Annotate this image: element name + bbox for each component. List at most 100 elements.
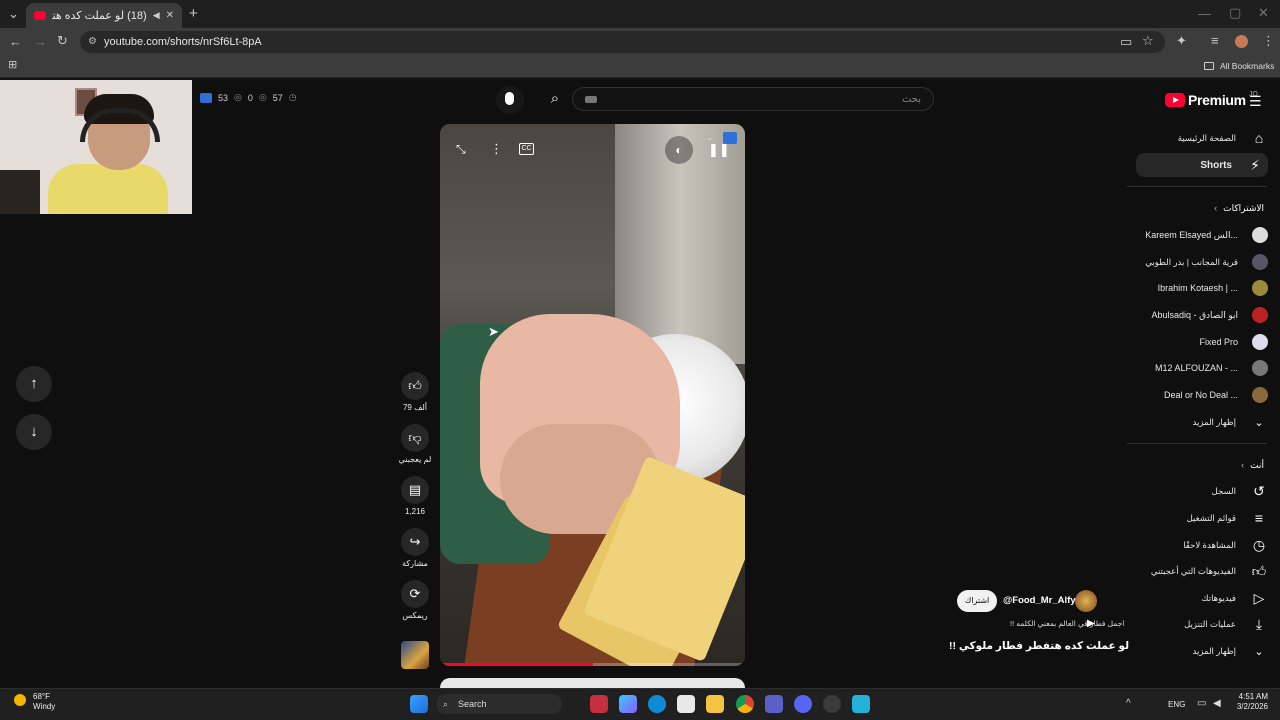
remix-button[interactable]: ⟳ ريمكس bbox=[400, 580, 430, 620]
captions-icon[interactable]: CC bbox=[519, 143, 534, 155]
reload-icon[interactable]: ↻ bbox=[57, 34, 68, 47]
notepad-icon[interactable] bbox=[677, 695, 695, 713]
like-button[interactable]: 👍︎ 79 ألف bbox=[400, 372, 430, 412]
play-icon: ▶ bbox=[1087, 618, 1095, 629]
audio-source-thumbnail[interactable] bbox=[401, 641, 429, 669]
search-input[interactable]: بحث bbox=[572, 87, 934, 111]
chevron-down-icon[interactable]: ⌄ bbox=[706, 132, 714, 143]
url-text: youtube.com/shorts/nrSf6Lt-8pA bbox=[104, 36, 262, 48]
profile-avatar[interactable] bbox=[1235, 35, 1248, 48]
address-bar[interactable]: ⚙ youtube.com/shorts/nrSf6Lt-8pA bbox=[80, 31, 1165, 53]
sidebar-divider bbox=[1127, 186, 1267, 187]
subscription-item[interactable]: Deal or No Deal ... bbox=[1128, 383, 1268, 407]
system-clock[interactable]: 4:51 AM 3/2/2026 bbox=[1228, 692, 1268, 712]
extension-overlay-icon[interactable] bbox=[723, 132, 737, 144]
forward-icon[interactable]: → bbox=[34, 35, 47, 48]
close-window-icon[interactable]: ✕ bbox=[1258, 6, 1269, 19]
sidebar-item-downloads[interactable]: عمليات التنزيل ⤓ bbox=[1128, 612, 1268, 636]
network-icon[interactable]: ▭ bbox=[1197, 698, 1206, 709]
app-icon-red[interactable] bbox=[590, 695, 608, 713]
video-title[interactable]: لو عملت كده هتفطر فطار ملوكي !! bbox=[949, 640, 1129, 652]
keyboard-icon[interactable] bbox=[585, 96, 597, 103]
pause-icon[interactable]: ❚❚ bbox=[708, 142, 730, 158]
you-heading[interactable]: ‹ أنت bbox=[1241, 460, 1264, 471]
weather-widget[interactable]: 68°F Windy bbox=[14, 692, 55, 712]
video-progress-fill bbox=[440, 663, 593, 666]
subscription-item[interactable]: Kareem Elsayed الس... bbox=[1128, 223, 1268, 247]
sidebar-item-your-videos[interactable]: فيديوهاتك ▷ bbox=[1128, 586, 1268, 610]
site-info-icon[interactable]: ⚙ bbox=[88, 31, 97, 53]
volume-button[interactable]: ◐ bbox=[665, 136, 693, 164]
sidebar-item-label: فيديوهاتك bbox=[1201, 592, 1236, 603]
taskbar-search-label: Search bbox=[458, 699, 487, 709]
subscription-item[interactable]: قرية المجانب | بدر الطوبي bbox=[1128, 250, 1268, 274]
apps-grid-icon[interactable]: ⊞ bbox=[8, 60, 17, 71]
voice-search-button[interactable] bbox=[496, 86, 524, 114]
search-button[interactable]: ⌕ bbox=[540, 87, 570, 111]
dislike-button[interactable]: 👎︎ لم يعجبني bbox=[398, 424, 432, 464]
sidebar-show-more[interactable]: إظهار المزيد ⌄ bbox=[1128, 639, 1268, 663]
extensions-icon[interactable]: ✦ bbox=[1176, 34, 1187, 47]
sidebar-item-watch-later[interactable]: المشاهدة لاحقًا ◷ bbox=[1128, 533, 1268, 557]
app-icon-cyan[interactable] bbox=[852, 695, 870, 713]
share-button[interactable]: ↪ مشاركة bbox=[400, 528, 430, 568]
sidebar-item-liked-videos[interactable]: الفيديوهات التي أعجبتني 👍︎ bbox=[1128, 559, 1268, 583]
browser-tab[interactable]: (18) لو عملت كده هتفطر فطا ◀ ✕ bbox=[26, 3, 182, 28]
settings-icon[interactable] bbox=[823, 695, 841, 713]
tray-overflow-icon[interactable]: ^ bbox=[1126, 698, 1131, 709]
teams-icon[interactable] bbox=[765, 695, 783, 713]
channel-handle[interactable]: @Food_Mr_Alfy bbox=[1003, 595, 1076, 606]
comments-button[interactable]: ▤ 1,216 bbox=[400, 476, 430, 516]
discord-icon[interactable] bbox=[794, 695, 812, 713]
copilot-icon[interactable] bbox=[619, 695, 637, 713]
language-indicator[interactable]: ENG bbox=[1168, 700, 1185, 709]
hamburger-menu-icon[interactable]: ☰ bbox=[1249, 93, 1262, 110]
video-description[interactable]: اجمل فطار في العالم بمعني الكلمه !! bbox=[1010, 619, 1124, 628]
subscription-item[interactable]: Fixed Pro bbox=[1128, 330, 1268, 354]
video-progress-bar[interactable] bbox=[440, 663, 745, 666]
sidebar-item-home[interactable]: الصفحة الرئيسية ⌂ bbox=[1128, 126, 1268, 150]
stat-views: 53 bbox=[218, 92, 229, 103]
subscribe-button[interactable]: اشتراك bbox=[957, 590, 997, 612]
browser-menu-icon[interactable]: ⋮ bbox=[1262, 34, 1275, 47]
subscriptions-heading[interactable]: ‹ الاشتراكات bbox=[1214, 203, 1264, 214]
cast-icon[interactable]: ▭ bbox=[1120, 35, 1132, 48]
bookmark-star-icon[interactable]: ☆ bbox=[1142, 34, 1154, 47]
tab-title: (18) لو عملت كده هتفطر فطا bbox=[52, 10, 147, 22]
youtube-logo-icon bbox=[1165, 93, 1185, 107]
subscription-item[interactable]: Abulsadiq - ابو الصادق bbox=[1128, 303, 1268, 327]
all-bookmarks-label[interactable]: All Bookmarks bbox=[1220, 61, 1274, 71]
more-options-icon[interactable]: ⋮ bbox=[490, 141, 503, 157]
minimize-icon[interactable]: — bbox=[1198, 7, 1211, 20]
sidebar-item-history[interactable]: السجل ↺ bbox=[1128, 479, 1268, 503]
maximize-icon[interactable]: ▢ bbox=[1229, 6, 1241, 19]
volume-icon[interactable]: ◀ bbox=[1213, 698, 1221, 709]
new-tab-icon[interactable]: + bbox=[189, 6, 198, 21]
subscription-item[interactable]: Ibrahim Kotaesh | ... bbox=[1128, 276, 1268, 300]
chrome-icon[interactable] bbox=[736, 695, 754, 713]
next-short-button[interactable]: ↓ bbox=[16, 414, 52, 450]
sidebar-show-more[interactable]: إظهار المزيد ⌄ bbox=[1128, 410, 1268, 434]
thumbs-up-icon: 👍︎ bbox=[401, 372, 429, 400]
tab-search-icon[interactable]: ⌄ bbox=[8, 7, 19, 20]
shorts-video-player[interactable]: ⤡ ⋮ CC ◐ ❚❚ ⌄ bbox=[440, 124, 745, 666]
back-icon[interactable]: ← bbox=[9, 35, 22, 48]
channel-avatar[interactable] bbox=[1075, 590, 1097, 612]
previous-short-button[interactable]: ↑ bbox=[16, 366, 52, 402]
subscription-item[interactable]: M12 ALFOUZAN - ... bbox=[1128, 356, 1268, 380]
speaker-icon[interactable]: ◀ bbox=[153, 10, 160, 21]
edge-icon[interactable] bbox=[648, 695, 666, 713]
sidebar-item-playlists[interactable]: قوائم التشغيل ≡ bbox=[1128, 506, 1268, 530]
windows-start-icon[interactable] bbox=[410, 695, 428, 713]
extension-badge-icon bbox=[200, 92, 212, 103]
media-control-icon[interactable]: ≡ bbox=[1211, 34, 1219, 47]
tab-close-icon[interactable]: ✕ bbox=[166, 10, 174, 21]
sidebar-item-shorts[interactable]: Shorts ⚡ bbox=[1136, 153, 1268, 177]
stat-time: 57 bbox=[272, 92, 283, 103]
youtube-premium-logo[interactable]: Premium JO bbox=[1165, 91, 1258, 108]
fullscreen-icon[interactable]: ⤡ bbox=[456, 142, 466, 157]
download-icon: ⤓ bbox=[1255, 615, 1263, 632]
file-explorer-icon[interactable] bbox=[706, 695, 724, 713]
channel-avatar bbox=[1252, 334, 1268, 350]
taskbar-search[interactable]: ⌕ Search bbox=[436, 694, 562, 714]
